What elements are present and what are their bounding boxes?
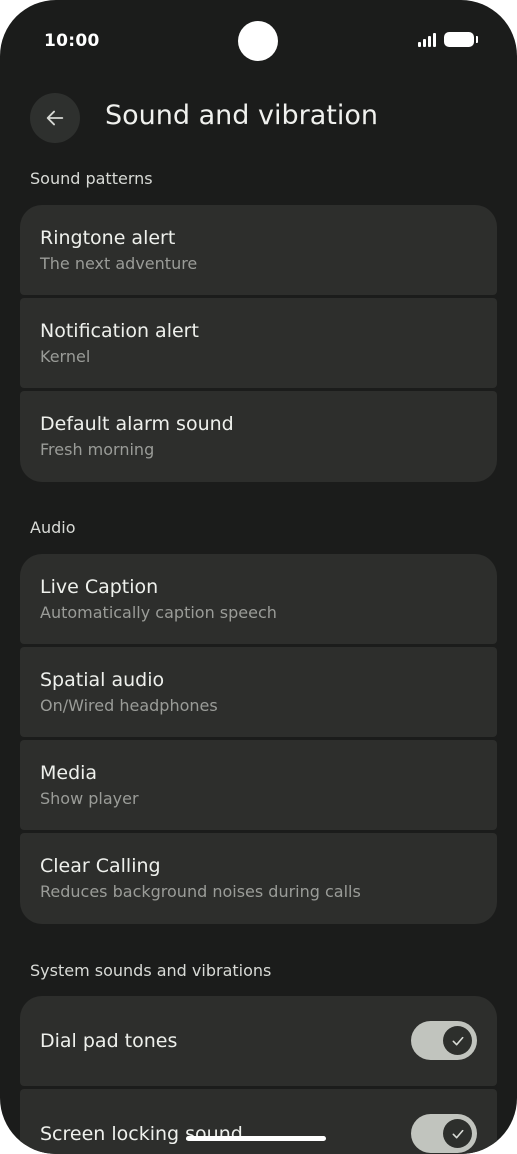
home-indicator[interactable]	[186, 1136, 326, 1141]
section-header-audio: Audio	[30, 518, 76, 537]
default-alarm-sound-item[interactable]: Default alarm sound Fresh morning	[20, 391, 497, 482]
item-title: Dial pad tones	[40, 1030, 178, 1052]
dial-pad-tones-item[interactable]: Dial pad tones	[20, 996, 497, 1086]
battery-icon	[444, 32, 478, 47]
camera-cutout	[238, 21, 278, 61]
screen-locking-sound-toggle[interactable]	[411, 1114, 477, 1153]
item-title: Clear Calling	[40, 855, 161, 877]
page-title: Sound and vibration	[105, 100, 378, 131]
item-subtitle: Automatically caption speech	[40, 603, 277, 622]
item-subtitle: The next adventure	[40, 254, 198, 273]
arrow-left-icon	[46, 110, 64, 126]
spatial-audio-item[interactable]: Spatial audio On/Wired headphones	[20, 647, 497, 737]
item-title: Spatial audio	[40, 669, 165, 691]
ringtone-alert-item[interactable]: Ringtone alert The next adventure	[20, 205, 497, 295]
dial-pad-tones-toggle[interactable]	[411, 1021, 477, 1060]
toggle-knob	[443, 1119, 472, 1148]
clear-calling-item[interactable]: Clear Calling Reduces background noises …	[20, 833, 497, 924]
item-title: Live Caption	[40, 576, 159, 598]
status-time: 10:00	[44, 31, 100, 51]
item-subtitle: On/Wired headphones	[40, 696, 218, 715]
media-item[interactable]: Media Show player	[20, 740, 497, 830]
item-title: Screen locking sound	[40, 1123, 243, 1145]
notification-alert-item[interactable]: Notification alert Kernel	[20, 298, 497, 388]
screen-locking-sound-item[interactable]: Screen locking sound	[20, 1089, 497, 1154]
section-header-system-sounds: System sounds and vibrations	[30, 961, 272, 980]
checkmark-icon	[452, 1036, 463, 1045]
item-title: Default alarm sound	[40, 413, 234, 435]
status-icons	[418, 32, 478, 47]
phone-screen: 10:00 Sound and vibration Sound patterns…	[0, 0, 517, 1154]
item-title: Ringtone alert	[40, 227, 176, 249]
section-header-sound-patterns: Sound patterns	[30, 169, 153, 188]
item-subtitle: Fresh morning	[40, 440, 155, 459]
item-title: Notification alert	[40, 320, 199, 342]
item-subtitle: Show player	[40, 789, 139, 808]
toggle-knob	[443, 1026, 472, 1055]
checkmark-icon	[452, 1129, 463, 1138]
live-caption-item[interactable]: Live Caption Automatically caption speec…	[20, 554, 497, 644]
item-title: Media	[40, 762, 98, 784]
item-subtitle: Kernel	[40, 347, 91, 366]
signal-icon	[418, 33, 436, 47]
back-button[interactable]	[30, 93, 80, 143]
item-subtitle: Reduces background noises during calls	[40, 882, 361, 901]
